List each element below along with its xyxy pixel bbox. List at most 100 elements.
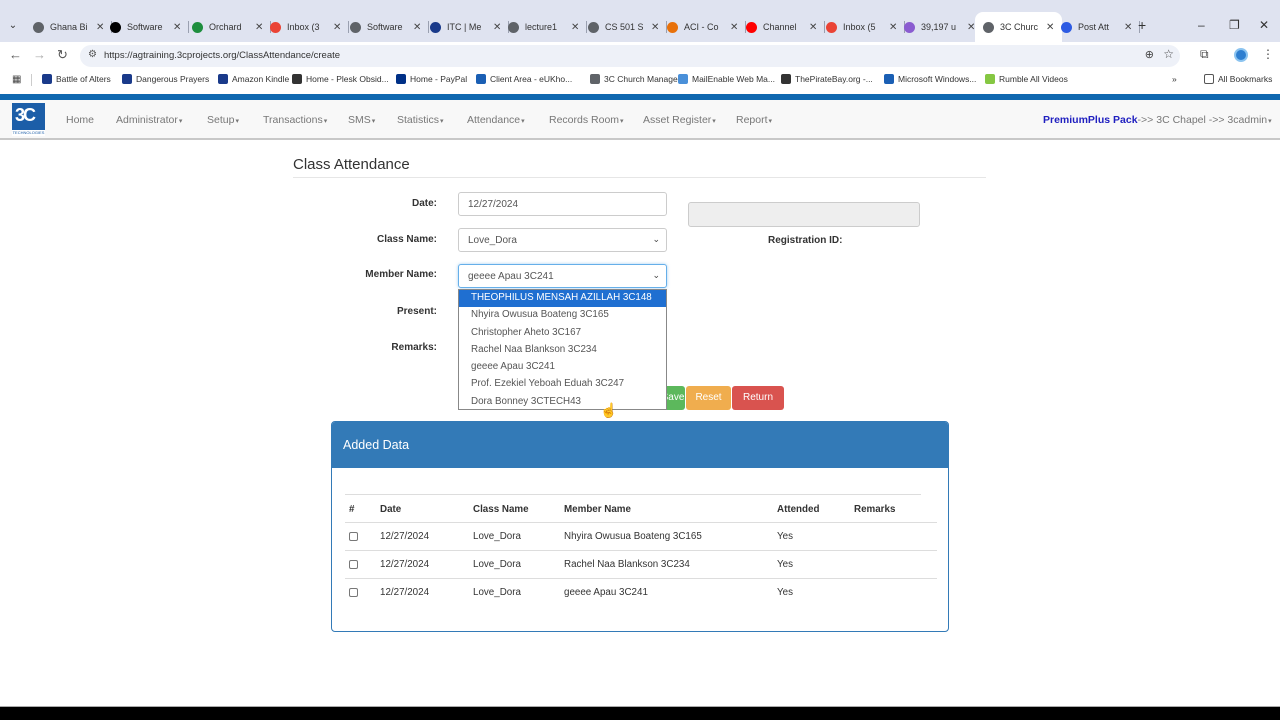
nav-item-attendance[interactable]: Attendance▾ <box>467 114 525 126</box>
close-tab-icon[interactable]: ✕ <box>1046 22 1054 33</box>
tab-search-button[interactable]: ⌄ <box>6 19 20 33</box>
browser-tab[interactable]: Post Att ✕ <box>1061 18 1141 36</box>
dropdown-option[interactable]: Christopher Aheto 3C167 <box>459 325 666 342</box>
nav-item-sms[interactable]: SMS▾ <box>348 114 375 126</box>
chevron-down-icon: ⌄ <box>652 270 660 280</box>
reload-button[interactable]: ↻ <box>57 47 68 63</box>
class-name-select[interactable]: Love_Dora ⌄ <box>458 228 667 252</box>
tab-title: 39,197 u <box>921 22 957 32</box>
browser-tab[interactable]: Software ✕ <box>350 18 430 36</box>
nav-item-records-room[interactable]: Records Room▾ <box>549 114 624 126</box>
browser-tab[interactable]: Orchard ✕ <box>192 18 272 36</box>
bookmark-item[interactable]: 3C Church Manager... <box>590 74 687 84</box>
close-tab-icon[interactable]: ✕ <box>96 22 104 33</box>
row-checkbox[interactable] <box>349 560 358 569</box>
row-checkbox[interactable] <box>349 532 358 541</box>
dropdown-option[interactable]: Dora Bonney 3CTECH43 <box>459 394 666 411</box>
bookmark-star-icon[interactable]: ☆ <box>1163 47 1174 61</box>
bookmark-item[interactable]: Home - PayPal <box>396 74 467 84</box>
close-tab-icon[interactable]: ✕ <box>889 22 897 33</box>
all-bookmarks-button[interactable]: All Bookmarks <box>1204 74 1272 84</box>
browser-tab[interactable]: Inbox (5 ✕ <box>826 18 906 36</box>
site-logo[interactable]: 3C TECHNOLOGIES <box>12 103 45 136</box>
close-tab-icon[interactable]: ✕ <box>173 22 181 33</box>
close-tab-icon[interactable]: ✕ <box>571 22 579 33</box>
nav-item-home[interactable]: Home <box>66 114 94 126</box>
nav-item-report[interactable]: Report▾ <box>736 114 772 126</box>
close-tab-icon[interactable]: ✕ <box>255 22 263 33</box>
nav-item-transactions[interactable]: Transactions▾ <box>263 114 327 126</box>
tab-title: CS 501 S <box>605 22 643 32</box>
bookmark-item[interactable]: ThePirateBay.org -... <box>781 74 873 84</box>
account-menu[interactable]: PremiumPlus Pack->> 3C Chapel ->> 3cadmi… <box>1043 114 1272 126</box>
nav-item-setup[interactable]: Setup▾ <box>207 114 239 126</box>
caret-down-icon: ▾ <box>440 118 444 125</box>
close-tab-icon[interactable]: ✕ <box>413 22 421 33</box>
row-checkbox[interactable] <box>349 588 358 597</box>
extensions-icon[interactable]: ⧉ <box>1200 47 1209 62</box>
site-info-icon[interactable]: ⚙ <box>88 49 97 60</box>
caret-down-icon: ▾ <box>768 118 773 125</box>
close-tab-icon[interactable]: ✕ <box>333 22 341 33</box>
browser-tab[interactable]: ITC | Me ✕ <box>430 18 510 36</box>
forward-button[interactable]: → <box>33 47 46 62</box>
browser-menu-icon[interactable]: ⋮ <box>1262 47 1274 61</box>
browser-tab[interactable]: CS 501 S ✕ <box>588 18 668 36</box>
bookmark-favicon-icon <box>884 74 894 84</box>
nav-item-administrator[interactable]: Administrator▾ <box>116 114 182 126</box>
nav-item-label: SMS <box>348 114 371 126</box>
profile-avatar[interactable] <box>1234 48 1248 62</box>
bookmark-item[interactable]: Amazon Kindle <box>218 74 289 84</box>
return-button[interactable]: Return <box>732 386 784 410</box>
browser-tab[interactable]: Inbox (3 ✕ <box>270 18 350 36</box>
bookmark-label: 3C Church Manager... <box>604 74 688 84</box>
bookmark-item[interactable]: Microsoft Windows... <box>884 74 976 84</box>
browser-tab[interactable]: 39,197 u ✕ <box>904 18 984 36</box>
browser-tab[interactable]: lecture1 ✕ <box>508 18 588 36</box>
close-tab-icon[interactable]: ✕ <box>651 22 659 33</box>
bookmark-label: Dangerous Prayers <box>136 74 210 84</box>
close-tab-icon[interactable]: ✕ <box>809 22 817 33</box>
table-row: 12/27/2024 Love_Dora geeee Apau 3C241 Yes <box>345 578 937 606</box>
minimize-button[interactable]: – <box>1198 18 1205 32</box>
new-tab-button[interactable]: + <box>1138 17 1146 33</box>
member-name-dropdown[interactable]: THEOPHILUS MENSAH AZILLAH 3C148 Nhyira Ow… <box>458 289 667 410</box>
dropdown-option[interactable]: Nhyira Owusua Boateng 3C165 <box>459 307 666 324</box>
reset-button[interactable]: Reset <box>686 386 731 410</box>
address-bar[interactable]: ⚙ https://agtraining.3cprojects.org/Clas… <box>80 45 1180 67</box>
cell-date: 12/27/2024 <box>380 559 430 570</box>
nav-item-asset-register[interactable]: Asset Register▾ <box>643 114 716 126</box>
bookmark-item[interactable]: Battle of Alters <box>42 74 111 84</box>
more-bookmarks-button[interactable]: » <box>1172 74 1177 84</box>
bookmark-item[interactable]: Client Area - eUKho... <box>476 74 572 84</box>
cell-date: 12/27/2024 <box>380 587 430 598</box>
browser-tab[interactable]: ACI - Co ✕ <box>667 18 747 36</box>
bookmark-label: Client Area - eUKho... <box>490 74 573 84</box>
bookmark-item[interactable]: Home - Plesk Obsid... <box>292 74 389 84</box>
bookmark-item[interactable]: Rumble All Videos <box>985 74 1068 84</box>
browser-tab[interactable]: Ghana Bi ✕ <box>33 18 113 36</box>
dropdown-option[interactable]: geeee Apau 3C241 <box>459 359 666 376</box>
date-input[interactable]: 12/27/2024 <box>458 192 667 216</box>
close-tab-icon[interactable]: ✕ <box>1124 22 1132 33</box>
close-window-button[interactable]: ✕ <box>1259 18 1269 32</box>
gmail-icon <box>826 21 837 33</box>
url-text[interactable]: https://agtraining.3cprojects.org/ClassA… <box>104 50 340 61</box>
dropdown-option[interactable]: Prof. Ezekiel Yeboah Eduah 3C247 <box>459 376 666 393</box>
zoom-icon[interactable]: ⊕ <box>1145 48 1154 61</box>
browser-tab[interactable]: Channel ✕ <box>746 18 826 36</box>
restore-button[interactable]: ❐ <box>1229 18 1240 32</box>
member-name-select[interactable]: geeee Apau 3C241 ⌄ <box>458 264 667 288</box>
dropdown-option[interactable]: Rachel Naa Blankson 3C234 <box>459 342 666 359</box>
dropdown-option[interactable]: THEOPHILUS MENSAH AZILLAH 3C148 <box>459 290 666 308</box>
close-tab-icon[interactable]: ✕ <box>730 22 738 33</box>
back-button[interactable]: ← <box>9 47 22 62</box>
tab-title: Ghana Bi <box>50 22 88 32</box>
close-tab-icon[interactable]: ✕ <box>493 22 501 33</box>
nav-item-statistics[interactable]: Statistics▾ <box>397 114 444 126</box>
bookmark-item[interactable]: MailEnable Web Ma... <box>678 74 775 84</box>
bookmark-item[interactable]: Dangerous Prayers <box>122 74 209 84</box>
apps-grid-icon[interactable]: ▦ <box>12 74 21 85</box>
browser-tab[interactable]: Software ✕ <box>110 18 190 36</box>
browser-tab[interactable]: 3C Churc ✕ <box>975 12 1063 42</box>
